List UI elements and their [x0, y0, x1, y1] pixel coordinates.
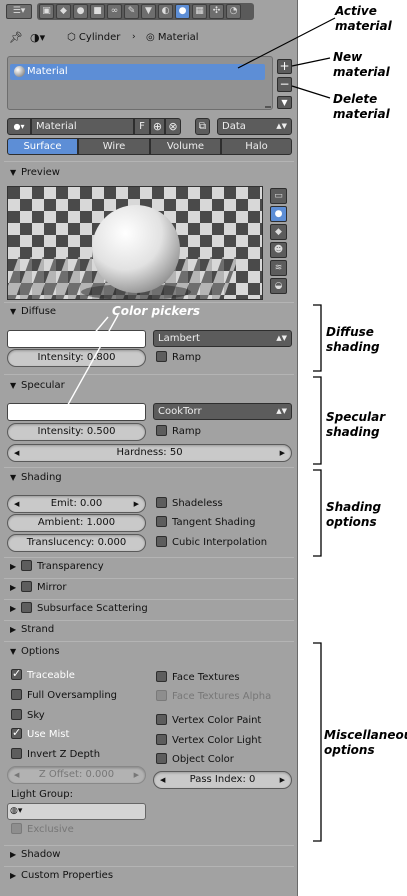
annotation-lines [64, 17, 336, 842]
annotation-color-pickers: Color pickers [112, 304, 201, 318]
annotation-active-material: Active material [335, 4, 392, 33]
annotation-specular-shading: Specular shading [326, 410, 386, 439]
annotation-shading-options: Shading options [326, 500, 382, 529]
annotation-new-material: New material [333, 50, 390, 79]
annotation-diffuse-shading: Diffuse shading [326, 325, 380, 354]
annotation-delete-material: Delete material [333, 92, 390, 121]
annotation-miscellaneous-options: Miscellaneousoptions [324, 728, 407, 757]
